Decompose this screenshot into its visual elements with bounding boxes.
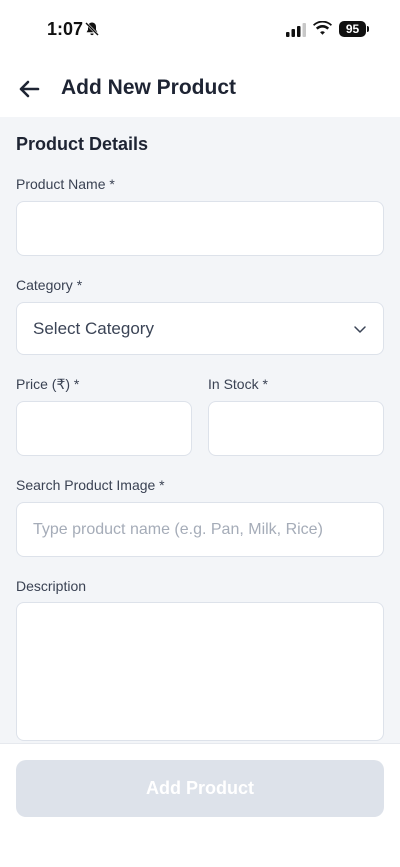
add-product-button[interactable]: Add Product (16, 760, 384, 817)
product-name-label: Product Name * (16, 176, 115, 192)
category-select[interactable]: Select Category (16, 302, 384, 355)
footer-bar: Add Product (0, 743, 400, 867)
image-search-input[interactable] (16, 502, 384, 557)
form-content[interactable]: Product Details Product Name * Category … (0, 117, 400, 743)
status-time: 1:07 (47, 19, 84, 39)
description-label: Description (16, 578, 87, 594)
category-label: Category * (16, 277, 83, 293)
price-label: Price (₹) * (16, 376, 80, 392)
status-bar: 1:07 95 (0, 0, 400, 60)
section-title: Product Details (16, 134, 149, 154)
category-selected-value: Select Category (33, 318, 154, 338)
arrow-left-icon (19, 80, 40, 98)
product-name-input[interactable] (16, 201, 384, 256)
app-header: Add New Product (0, 60, 400, 117)
chevron-down-icon (354, 325, 366, 333)
in-stock-input[interactable] (208, 401, 384, 456)
wifi-icon (313, 21, 332, 35)
price-input[interactable] (16, 401, 192, 456)
in-stock-label: In Stock * (208, 376, 268, 392)
signal-icon (286, 23, 306, 37)
battery-tip (367, 26, 369, 32)
page-title: Add New Product (61, 76, 237, 99)
description-textarea[interactable] (16, 602, 384, 741)
image-search-label: Search Product Image * (16, 477, 165, 493)
battery-icon: 95 (339, 21, 366, 37)
back-button[interactable] (14, 74, 44, 104)
bell-slash-icon (85, 22, 99, 36)
